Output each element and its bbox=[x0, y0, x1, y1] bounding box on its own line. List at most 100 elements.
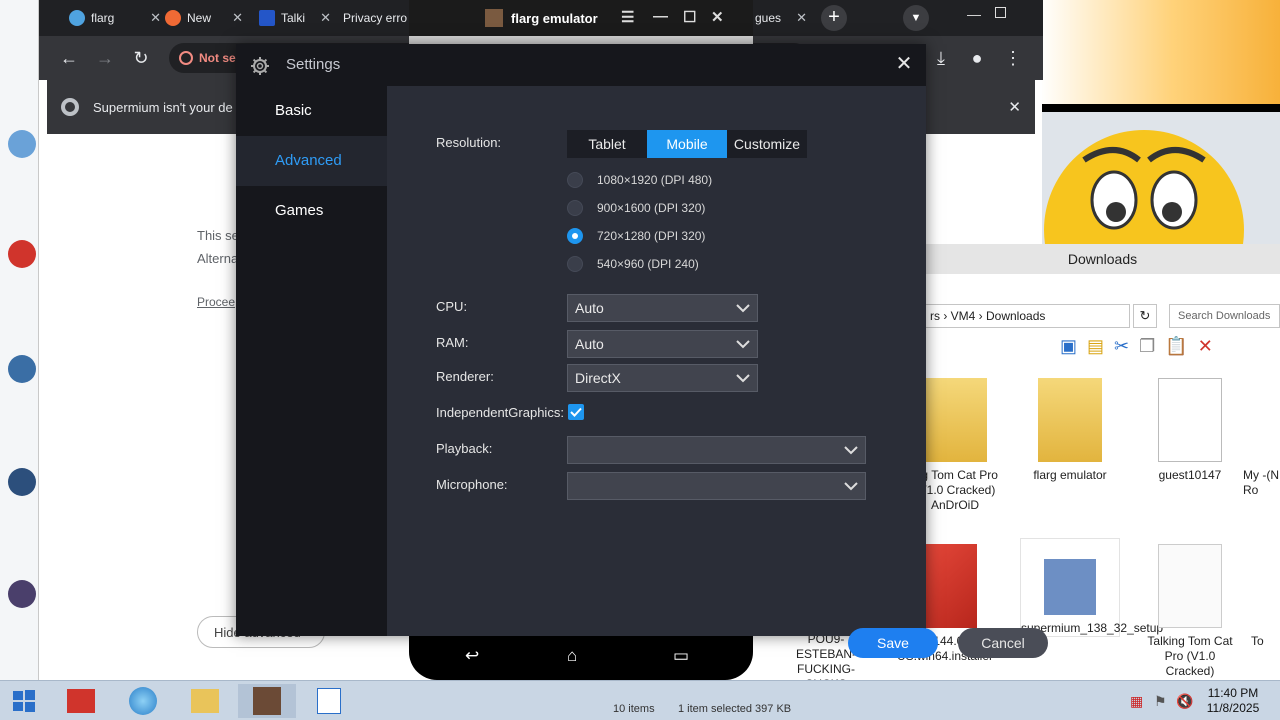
taskbar-app[interactable] bbox=[176, 684, 234, 718]
sidebar-item-games[interactable]: Games bbox=[236, 186, 387, 236]
r3dfox-icon bbox=[67, 689, 95, 713]
properties-icon[interactable]: ▤ bbox=[1087, 336, 1104, 366]
close-tab-icon[interactable]: ✕ bbox=[320, 10, 331, 26]
radio-button-selected[interactable] bbox=[567, 228, 583, 244]
maximize-icon[interactable] bbox=[995, 7, 1006, 18]
refresh-icon[interactable]: ↻ bbox=[1133, 304, 1157, 328]
clock-time: 11:40 PM bbox=[1207, 686, 1259, 700]
minimize-icon[interactable]: — bbox=[967, 6, 981, 22]
resolution-option[interactable]: 900×1600 (DPI 320) bbox=[567, 198, 705, 218]
start-button[interactable] bbox=[0, 684, 48, 718]
browser-tab[interactable]: Privacy erro bbox=[335, 4, 407, 32]
cancel-button[interactable]: Cancel bbox=[958, 628, 1048, 658]
ram-select[interactable]: Auto bbox=[567, 330, 758, 358]
cut-icon[interactable]: ✂ bbox=[1114, 336, 1129, 366]
delete-icon[interactable]: ✕ bbox=[1198, 336, 1213, 366]
settings-sidebar: Basic Advanced Games bbox=[236, 86, 387, 636]
close-infobar-icon[interactable]: ✕ bbox=[1008, 98, 1021, 116]
back-icon[interactable]: ↩ bbox=[465, 646, 479, 666]
close-icon[interactable]: ✕ bbox=[892, 52, 916, 76]
file-item[interactable]: My -(N Ro bbox=[1243, 378, 1280, 498]
resolution-option[interactable]: 1080×1920 (DPI 480) bbox=[567, 170, 712, 190]
mode-mobile-button[interactable]: Mobile bbox=[647, 130, 727, 158]
radio-button[interactable] bbox=[567, 256, 583, 272]
back-icon[interactable]: ← bbox=[57, 46, 81, 70]
home-icon[interactable]: ⌂ bbox=[567, 646, 577, 666]
profile-icon[interactable]: ● bbox=[965, 46, 989, 70]
wallpaper-image bbox=[1040, 0, 1280, 244]
renderer-value: DirectX bbox=[575, 370, 621, 386]
file-item[interactable]: guest10147 bbox=[1140, 378, 1240, 483]
file-item[interactable]: flarg emulator bbox=[1020, 378, 1120, 483]
renderer-select[interactable]: DirectX bbox=[567, 364, 758, 392]
mode-tablet-button[interactable]: Tablet bbox=[567, 130, 647, 158]
file-item[interactable]: To bbox=[1251, 544, 1280, 649]
desktop-shortcut-icon[interactable] bbox=[8, 355, 36, 383]
file-name: flarg emulator bbox=[1033, 468, 1107, 482]
view-pane-icon[interactable]: ▣ bbox=[1060, 336, 1077, 366]
desktop-shortcut-icon[interactable] bbox=[8, 468, 36, 496]
forward-icon[interactable]: → bbox=[93, 46, 117, 70]
minimize-icon[interactable]: — bbox=[653, 8, 668, 25]
search-input[interactable]: Search Downloads bbox=[1169, 304, 1280, 328]
close-icon[interactable]: ✕ bbox=[711, 8, 724, 26]
tab-title: Talki bbox=[281, 11, 306, 25]
cpu-select[interactable]: Auto bbox=[567, 294, 758, 322]
sidebar-item-basic[interactable]: Basic bbox=[236, 86, 387, 136]
sidebar-item-advanced[interactable]: Advanced bbox=[236, 136, 387, 186]
desktop-shortcut-icon[interactable] bbox=[8, 130, 36, 158]
independent-graphics-checkbox[interactable] bbox=[568, 404, 584, 420]
cpu-label: CPU: bbox=[436, 299, 468, 314]
new-tab-icon[interactable]: + bbox=[821, 5, 847, 31]
proceed-link[interactable]: Procee bbox=[197, 295, 235, 309]
clock[interactable]: 11:40 PM 11/8/2025 bbox=[1198, 686, 1268, 716]
emulator-icon bbox=[253, 687, 281, 715]
file-explorer-icon bbox=[191, 689, 219, 713]
playback-select[interactable] bbox=[567, 436, 866, 464]
window-title: Downloads bbox=[925, 244, 1280, 274]
file-name: guest10147 bbox=[1158, 468, 1222, 482]
recents-icon[interactable]: ▭ bbox=[673, 646, 689, 666]
desktop-shortcut-icon[interactable] bbox=[8, 240, 36, 268]
taskbar-app[interactable] bbox=[238, 684, 296, 718]
close-tab-icon[interactable]: ✕ bbox=[232, 10, 243, 26]
resolution-option[interactable]: 720×1280 (DPI 320) bbox=[567, 226, 705, 246]
browser-tab[interactable]: Talki ✕ bbox=[251, 4, 337, 32]
network-icon[interactable]: ▦ bbox=[1130, 693, 1143, 710]
copy-icon[interactable]: ❐ bbox=[1139, 336, 1155, 366]
file-item[interactable]: supermium_138_32_setup bbox=[1020, 538, 1163, 637]
file-name: My -(N Ro bbox=[1243, 468, 1279, 497]
taskbar-app[interactable] bbox=[114, 684, 172, 718]
flag-icon[interactable]: ⚑ bbox=[1154, 693, 1167, 710]
wordpad-icon bbox=[317, 688, 341, 714]
microphone-select[interactable] bbox=[567, 472, 866, 500]
save-button[interactable]: Save bbox=[848, 628, 938, 658]
taskbar-app[interactable] bbox=[52, 684, 110, 718]
page-paragraph: This se bbox=[197, 228, 239, 243]
desktop-shortcut-icon[interactable] bbox=[8, 580, 36, 608]
address-bar[interactable]: rs › VM4 › Downloads bbox=[925, 304, 1130, 328]
resolution-option[interactable]: 540×960 (DPI 240) bbox=[567, 254, 699, 274]
radio-button[interactable] bbox=[567, 200, 583, 216]
tab-favicon-icon bbox=[165, 10, 181, 26]
radio-button[interactable] bbox=[567, 172, 583, 188]
paste-icon[interactable]: 📋 bbox=[1165, 336, 1187, 366]
taskbar-app[interactable] bbox=[300, 684, 358, 718]
mode-customize-button[interactable]: Customize bbox=[727, 130, 807, 158]
page-paragraph: Alterna bbox=[197, 251, 239, 266]
file-item[interactable]: Talking Tom Cat Pro (V1.0 Cracked) AnDrO… bbox=[1140, 544, 1240, 694]
close-tab-icon[interactable]: ✕ bbox=[796, 10, 807, 26]
browser-tab[interactable]: New ✕ bbox=[157, 4, 249, 32]
maximize-icon[interactable]: ☐ bbox=[683, 8, 696, 26]
volume-icon[interactable]: 🔇 bbox=[1176, 693, 1193, 710]
reload-icon[interactable]: ↻ bbox=[129, 46, 153, 70]
emulator-title: flarg emulator bbox=[511, 10, 598, 26]
browser-tab[interactable]: gues ✕ bbox=[747, 4, 813, 32]
settings-dialog: Settings ✕ Basic Advanced Games Resoluti… bbox=[236, 44, 1048, 658]
tab-search-icon[interactable]: ▼ bbox=[903, 5, 929, 31]
hamburger-menu-icon[interactable]: ☰ bbox=[621, 8, 634, 26]
browser-tab[interactable]: flarg ✕ bbox=[61, 4, 167, 32]
menu-icon[interactable]: ⋮ bbox=[1001, 46, 1025, 70]
download-icon[interactable]: ⤓ bbox=[929, 46, 953, 70]
explorer-toolbar: ▣ ▤ ✂ ❐ 📋 ✕ bbox=[1060, 336, 1213, 366]
